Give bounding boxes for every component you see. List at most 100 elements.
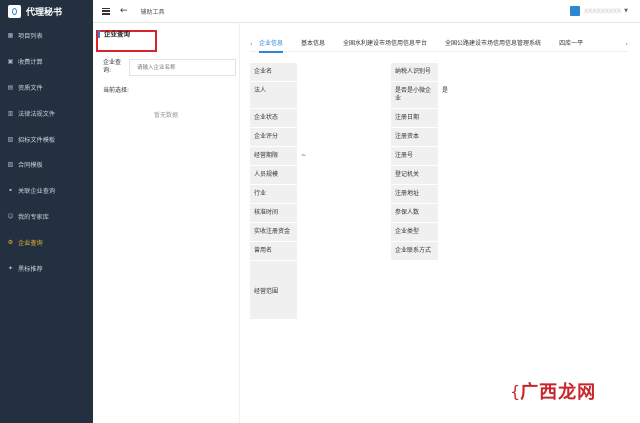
sidebar-item-4[interactable]: ▧ 招标文件模板: [0, 126, 93, 152]
field-label: 企业名: [250, 63, 297, 81]
expert-icon: ☺: [7, 212, 14, 220]
field-label: 实收注册资金: [250, 223, 297, 241]
table-row: 核准时间 参保人数: [250, 204, 626, 223]
scope-value: [297, 261, 626, 319]
table-row: 企业状态 注册日期: [250, 109, 626, 128]
field-label: 行业: [250, 185, 297, 203]
field-value: [438, 223, 626, 241]
sidebar: 代理秘书 ▦ 项目列表 ▣ 收费计算 ▤ 资质文件 ▥ 法律法规文件 ▧ 招标文件模板 ▨ 合同模板 ⚭…: [0, 0, 93, 423]
field-value: [297, 128, 391, 146]
field-label: 曾用名: [250, 242, 297, 260]
user-menu[interactable]: XXXXXXXXX ▼: [570, 6, 628, 16]
back-arrow-icon[interactable]: ←: [120, 6, 128, 16]
table-row: 曾用名 企业联系方式: [250, 242, 626, 261]
avatar: [570, 6, 581, 16]
field-label: 注册日期: [391, 109, 438, 127]
sidebar-item-label: 法律法规文件: [18, 110, 56, 118]
empty-state: 暂无数据: [153, 112, 178, 119]
sidebar-item-label: 资质文件: [18, 84, 43, 92]
tab-company-info[interactable]: 企业信息: [259, 36, 284, 53]
sidebar-item-label: 招标文件模板: [18, 136, 56, 144]
template-icon: ▧: [7, 135, 14, 143]
company-info-table: 企业名 纳税人识别号 法人 是否是小微企业是企业状态 注册日期 企业评分 注册资本 经营期限 ~…: [250, 63, 626, 320]
sidebar-item-7[interactable]: ☺ 我的专家库: [0, 204, 93, 230]
field-label: 登记机关: [391, 166, 438, 184]
sidebar-item-2[interactable]: ▤ 资质文件: [0, 75, 93, 101]
field-value: [438, 185, 626, 203]
tab-water-credit[interactable]: 全国水利建设市场信用信息平台: [343, 36, 427, 52]
table-row: 企业名 纳税人识别号: [250, 63, 626, 82]
sidebar-item-9[interactable]: ✦ 黑标推荐: [0, 255, 93, 281]
document-icon: ▤: [7, 83, 14, 91]
tab-basic-info[interactable]: 基本信息: [301, 36, 325, 52]
sidebar-item-0[interactable]: ▦ 项目列表: [0, 23, 93, 49]
menu-toggle-icon[interactable]: [102, 7, 110, 15]
sidebar-item-label: 项目列表: [18, 33, 43, 41]
star-icon: ✦: [7, 264, 14, 272]
query-label: 企业查询:: [103, 59, 122, 74]
field-label: 注册号: [391, 147, 438, 165]
sidebar-item-label: 黑标推荐: [18, 265, 43, 273]
book-icon: ▥: [7, 109, 14, 117]
sidebar-item-5[interactable]: ▨ 合同模板: [0, 152, 93, 178]
table-row: 行业 注册地址: [250, 185, 626, 204]
field-label: 企业联系方式: [391, 242, 438, 260]
calculator-icon: ▣: [7, 58, 14, 66]
current-selection-label: 当前选择:: [103, 87, 130, 94]
field-value: [438, 63, 626, 81]
watermark-logo: { 广西龙网: [510, 378, 596, 404]
table-row: 企业评分 注册资本: [250, 128, 626, 147]
sidebar-item-3[interactable]: ▥ 法律法规文件: [0, 100, 93, 126]
field-label: 法人: [250, 82, 297, 108]
contract-icon: ▨: [7, 161, 14, 169]
field-label: 参保人数: [391, 204, 438, 222]
table-row: 人员规模 登记机关: [250, 166, 626, 185]
sidebar-item-label: 我的专家库: [18, 213, 49, 221]
sidebar-item-label: 合同模板: [18, 162, 43, 170]
field-label: 注册资本: [391, 128, 438, 146]
field-label: 企业类型: [391, 223, 438, 241]
app: 代理秘书 ▦ 项目列表 ▣ 收费计算 ▤ 资质文件 ▥ 法律法规文件 ▧ 招标文件模板 ▨ 合同模板 ⚭…: [0, 0, 640, 423]
link-icon: ⚭: [7, 187, 14, 195]
field-label: 经营期限: [250, 147, 297, 165]
field-label: 人员规模: [250, 166, 297, 184]
field-value: [438, 204, 626, 222]
watermark-text: 广西龙网: [520, 382, 597, 403]
field-value: [297, 82, 391, 108]
field-label: 是否是小微企业: [391, 82, 438, 108]
field-value: [438, 242, 626, 260]
grid-icon: ▦: [7, 32, 14, 40]
tab-four-library[interactable]: 四库一平: [559, 36, 583, 52]
field-label: 纳税人识别号: [391, 63, 438, 81]
field-value: [438, 147, 626, 165]
scope-label: 经营范围: [250, 261, 297, 319]
company-search-input[interactable]: [129, 59, 236, 76]
field-value: [297, 166, 391, 184]
table-row: 经营范围: [250, 261, 626, 320]
field-label: 企业状态: [250, 109, 297, 127]
logo-text: 代理秘书: [26, 8, 63, 18]
watermark-brace: {: [510, 381, 521, 401]
sidebar-item-label: 企业查询: [18, 239, 43, 247]
logo[interactable]: 代理秘书: [0, 0, 93, 23]
sidebar-item-6[interactable]: ⚭ 关联企业查询: [0, 178, 93, 204]
field-value: [438, 128, 626, 146]
field-value: [297, 223, 391, 241]
gear-icon: ⚙: [7, 238, 14, 246]
logo-icon: [8, 5, 21, 18]
panel-title: 企业查询: [98, 30, 130, 38]
sidebar-item-label: 关联企业查询: [18, 188, 56, 196]
field-value: 是: [438, 82, 626, 108]
field-value: [438, 109, 626, 127]
top-header: ← 辅助工具 XXXXXXXXX ▼: [93, 0, 640, 23]
sidebar-item-1[interactable]: ▣ 收费计算: [0, 49, 93, 75]
info-tabs: ‹ 企业信息 基本信息 全国水利建设市场信用信息平台 全国公路建设市场信用信息管…: [250, 36, 628, 53]
field-value: [297, 109, 391, 127]
user-name: XXXXXXXXX: [584, 7, 622, 15]
chevron-left-icon[interactable]: ‹: [250, 40, 259, 48]
tab-highway-credit[interactable]: 全国公路建设市场信用信息管理系统: [445, 36, 541, 52]
sidebar-item-label: 收费计算: [18, 59, 43, 67]
sidebar-item-8[interactable]: ⚙ 企业查询: [0, 229, 93, 255]
chevron-right-icon[interactable]: ›: [625, 40, 628, 48]
field-value: [297, 242, 391, 260]
